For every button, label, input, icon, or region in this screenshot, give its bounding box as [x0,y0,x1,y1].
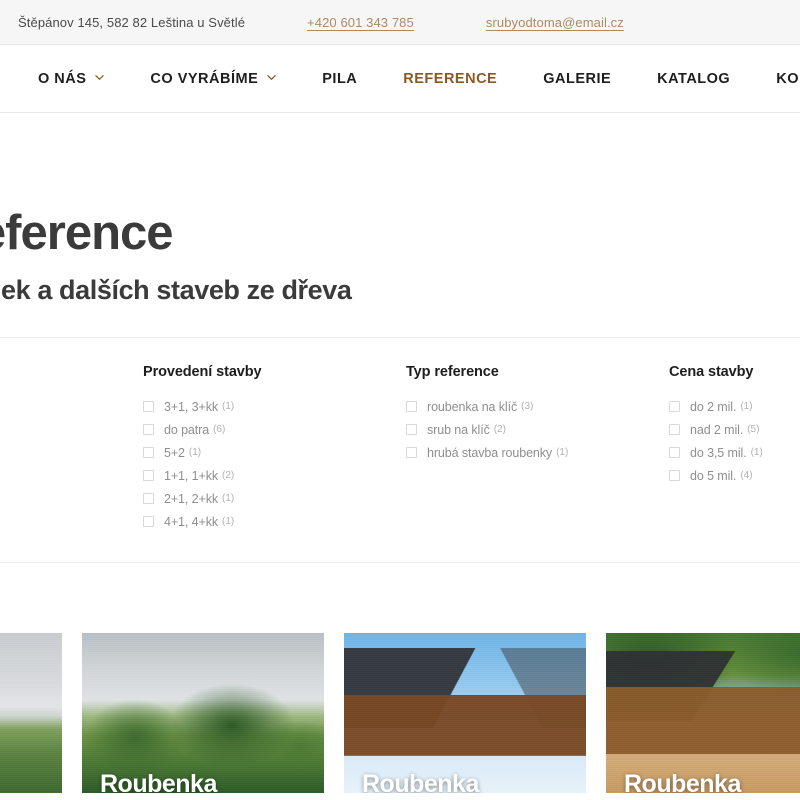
nav-item-label: GALERIE [543,70,612,87]
nav-item-katalog[interactable]: KATALOG [657,71,730,87]
chevron-down-icon [95,73,105,82]
filter-column-cena-stavby: Cena stavby do 2 mil. (1) nad 2 mil. (5)… [669,364,763,533]
filter-option-row[interactable]: do 2 mil. (1) [669,395,763,418]
filter-option-count: (1) [222,401,235,413]
page-title: e reference [0,206,174,260]
nav-item-o-nas[interactable]: O NÁS [38,70,105,87]
filter-option-row[interactable]: hrubá stavba roubenky (1) [406,441,669,464]
filter-option-label: do 3,5 mil. [690,445,747,460]
checkbox-icon[interactable] [143,424,154,436]
filter-option-row[interactable]: do 3,5 mil. (1) [669,441,763,464]
filter-option-label: do 2 mil. [690,399,737,414]
reference-card[interactable]: Roubenka [344,633,586,794]
filter-option-count: (1) [740,401,753,413]
filter-option-count: (4) [740,470,753,482]
filter-option-row[interactable]: roubenka na klíč (3) [406,395,669,418]
filter-option-row[interactable]: 5+2 (1) [143,441,406,464]
filter-option-row[interactable]: do patra (6) [143,418,406,441]
filter-option-row[interactable]: 3+1, 3+kk (1) [143,395,406,418]
utility-topbar: Štěpánov 145, 582 82 Leština u Světlé +4… [0,0,800,45]
filter-option-row[interactable]: srub na klíč (2) [406,418,669,441]
nav-item-co-vyrabime[interactable]: CO VYRÁBÍME [150,71,276,87]
company-address: Štěpánov 145, 582 82 Leština u Světlé [18,14,246,30]
filter-option-count: (6) [213,424,226,436]
filter-option-label: hrubá stavba roubenky [427,445,553,460]
checkbox-icon[interactable] [406,424,417,436]
checkbox-icon[interactable] [143,447,154,459]
checkbox-icon[interactable] [143,516,154,528]
reference-card-grid: Roubenka Roubenka Roubenka Roubenka Roub… [0,633,800,794]
nav-item-reference[interactable]: REFERENCE [403,71,497,87]
chevron-down-icon [267,73,276,82]
phone-link[interactable]: +420 601 343 785 [307,15,414,30]
filter-option-count: (1) [750,447,763,459]
nav-item-label: CO VYRÁBÍME [150,70,259,87]
filter-option-label: do 5 mil. [690,468,737,483]
nav-item-label: O NÁS [38,70,87,87]
filter-group-heading: Typ reference [406,364,499,381]
email-link[interactable]: srubyodtoma@email.cz [486,15,624,30]
nav-item-kontakt[interactable]: KO [776,71,799,87]
filter-column-typ-reference: Typ reference roubenka na klíč (3) srub … [406,364,669,533]
reference-card-title: Roubenka [362,770,479,794]
filter-option-label: 2+1, 2+kk [164,491,219,506]
filter-option-row[interactable]: do 5 mil. (4) [669,464,763,487]
filter-option-label: roubenka na klíč [427,399,518,414]
filter-option-label: 1+1, 1+kk [164,468,219,483]
checkbox-icon[interactable] [143,493,154,505]
filter-option-count: (1) [222,493,235,505]
filter-option-count: (2) [222,470,235,482]
filter-option-label: 5+2 [164,445,185,460]
checkbox-icon[interactable] [669,424,680,436]
reference-photo [0,633,62,794]
page-subtitle: oubenek a dalších staveb ze dřeva [0,275,352,306]
reference-card-title: Roubenka [100,770,217,794]
filter-option-count: (3) [521,401,534,413]
filter-option-count: (1) [188,447,202,459]
reference-card[interactable]: Roubenka [82,633,324,794]
checkbox-icon[interactable] [143,401,154,413]
checkbox-icon[interactable] [669,401,680,413]
filter-option-label: do patra [164,422,210,437]
filter-option-label: nad 2 mil. [690,422,744,437]
nav-item-label: REFERENCE [403,70,498,87]
filter-group-heading: Cena stavby [669,364,754,381]
filter-option-row[interactable]: nad 2 mil. (5) [669,418,763,441]
nav-item-pila[interactable]: PILA [322,71,357,87]
filter-panel: Provedení stavby 3+1, 3+kk (1) do patra … [0,338,800,533]
filter-option-label: 3+1, 3+kk [164,399,219,414]
filter-option-count: (1) [222,516,235,528]
checkbox-icon[interactable] [406,447,417,459]
nav-item-label: KATALOG [657,70,731,87]
checkbox-icon[interactable] [669,447,680,459]
checkbox-icon[interactable] [406,401,417,413]
filter-option-row[interactable]: 1+1, 1+kk (2) [143,464,406,487]
checkbox-icon[interactable] [669,470,680,482]
filter-option-row[interactable]: 2+1, 2+kk (1) [143,487,406,510]
reference-card[interactable]: Roubenka [606,633,800,794]
filter-option-label: 4+1, 4+kk [164,514,219,529]
filter-option-row[interactable]: 4+1, 4+kk (1) [143,510,406,533]
nav-item-galerie[interactable]: GALERIE [543,71,611,87]
nav-item-label: KO [776,70,799,87]
filter-option-count: (1) [556,447,569,459]
checkbox-icon[interactable] [143,470,154,482]
filter-column-provedeni-stavby: Provedení stavby 3+1, 3+kk (1) do patra … [143,364,406,533]
main-navigation: O NÁS CO VYRÁBÍME PILA REFERENCE GALERIE… [0,45,800,113]
filter-option-count: (2) [493,424,506,436]
filter-option-label: srub na klíč [427,422,490,437]
filter-bottom-divider [0,562,800,564]
reference-card-title: Roubenka [624,770,741,794]
reference-card[interactable]: Roubenka [0,633,62,794]
filter-option-count: (5) [747,424,760,436]
filter-group-heading: Provedení stavby [143,364,262,381]
page-hero: e reference oubenek a dalších staveb ze … [0,113,800,306]
nav-item-label: PILA [322,70,358,87]
